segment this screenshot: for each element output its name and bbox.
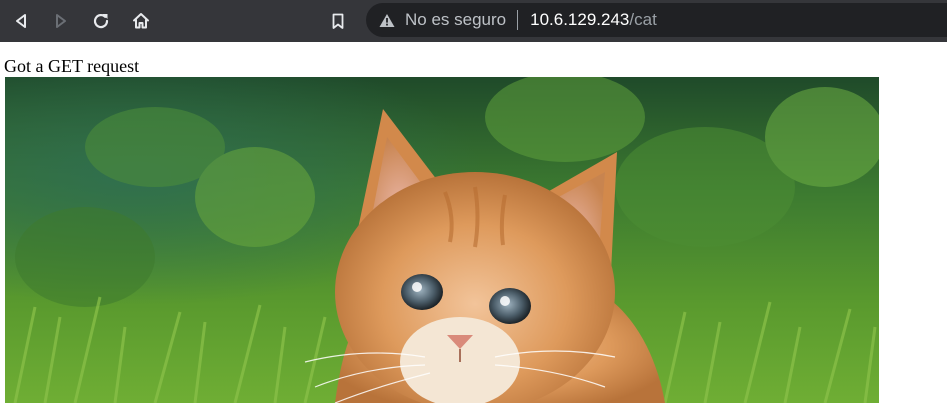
response-message: Got a GET request [4,56,140,76]
url-path: /cat [629,10,657,29]
back-button[interactable] [6,6,36,36]
omnibox-divider [517,10,519,30]
bookmark-button[interactable] [323,6,353,36]
home-icon [133,13,149,29]
forward-arrow-icon [56,14,66,28]
browser-toolbar: No es seguro 10.6.129.243/cat [0,0,947,42]
cat-image [5,77,879,403]
reload-button[interactable] [86,6,116,36]
address-bar[interactable]: No es seguro 10.6.129.243/cat [366,3,947,37]
security-label[interactable]: No es seguro [405,10,506,30]
forward-button[interactable] [46,6,76,36]
warning-triangle-icon[interactable] [379,13,395,28]
url-host: 10.6.129.243 [530,10,630,29]
home-button[interactable] [126,6,156,36]
back-arrow-icon [16,14,26,28]
bookmark-icon [332,13,344,29]
reload-icon [93,14,109,29]
